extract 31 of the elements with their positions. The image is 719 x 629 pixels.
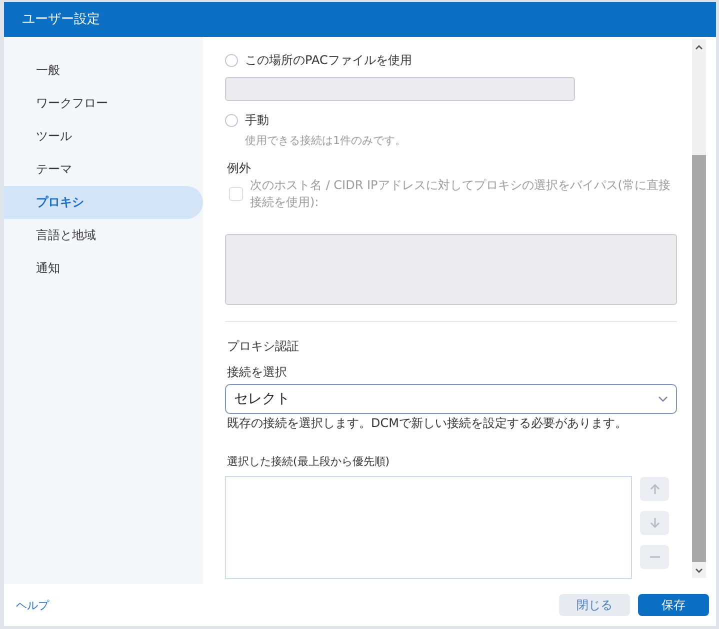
field-label: 接続を選択: [227, 364, 288, 381]
scroll-down-icon[interactable]: [695, 568, 703, 572]
connection-dropdown[interactable]: セレクト: [225, 384, 677, 414]
radio-label: 手動: [245, 112, 269, 128]
field-label: 選択した接続(最上段から優先順): [227, 454, 391, 469]
sidebar-item[interactable]: 一般: [4, 54, 203, 87]
save-button[interactable]: 保存: [638, 594, 709, 616]
radio-button[interactable]: [225, 54, 238, 66]
help-link[interactable]: ヘルプ: [16, 598, 49, 612]
pac-url-field[interactable]: [225, 77, 575, 101]
chevron-down-icon: [658, 396, 668, 402]
close-button[interactable]: 閉じる: [559, 594, 630, 616]
section-heading: 例外: [227, 160, 252, 177]
sidebar-item[interactable]: ワークフロー: [4, 87, 203, 120]
arrow-down-icon: [648, 516, 662, 530]
sidebar-item[interactable]: テーマ: [4, 153, 203, 186]
checkbox-label: 次のホスト名 / CIDR IPアドレスに対してプロキシの選択をバイパス(常に直接接続を使用):: [250, 177, 672, 211]
hint-text: 使用できる接続は1件のみです。: [245, 133, 407, 148]
sidebar-item[interactable]: 言語と地域: [4, 219, 203, 252]
radio-button[interactable]: [225, 114, 238, 126]
sidebar-item[interactable]: ツール: [4, 120, 203, 153]
arrow-up-icon: [648, 482, 662, 496]
section-heading: プロキシ認証: [227, 338, 300, 355]
sidebar-item[interactable]: プロキシ: [4, 186, 203, 219]
radio-label: この場所のPACファイルを使用: [245, 52, 412, 68]
scrollbar-thumb[interactable]: [692, 155, 706, 562]
hint-text: 既存の接続を選択します。DCMで新しい接続を設定する必要があります。: [227, 415, 628, 432]
scroll-up-icon[interactable]: [695, 44, 703, 50]
connection-list[interactable]: [225, 476, 632, 579]
window-title: ユーザー設定: [22, 11, 100, 29]
sidebar-item[interactable]: 通知: [4, 252, 203, 285]
